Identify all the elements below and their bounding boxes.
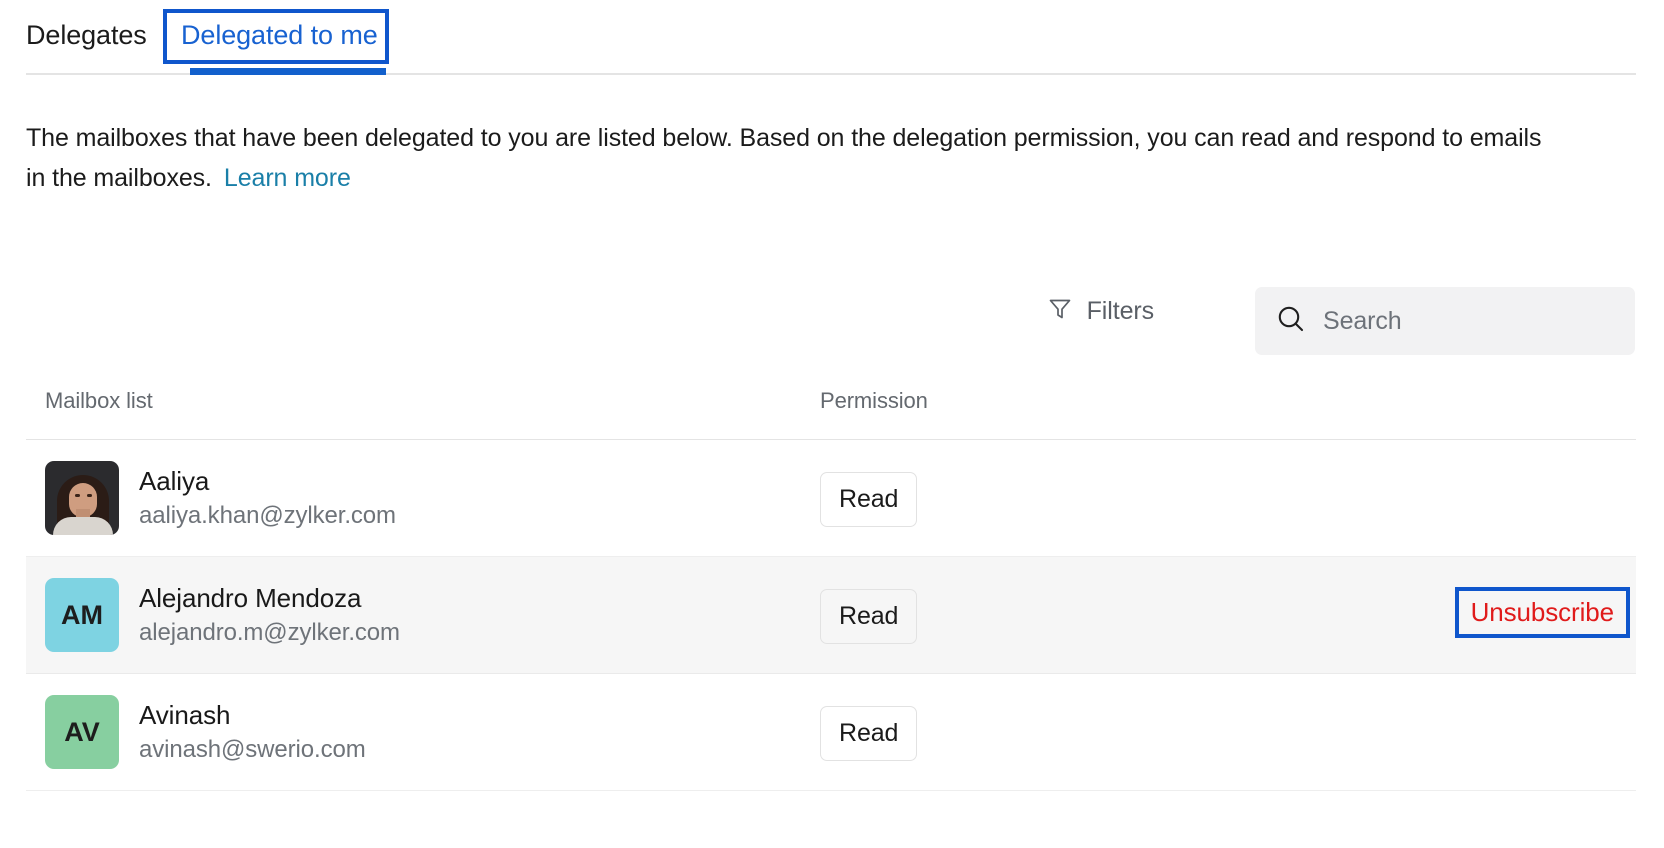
active-tab-indicator: [190, 68, 386, 75]
permission-button[interactable]: Read: [820, 706, 917, 761]
mailbox-name: Alejandro Mendoza: [139, 582, 400, 614]
tab-delegated-to-me[interactable]: Delegated to me: [181, 16, 378, 54]
table-row[interactable]: AM Alejandro Mendoza alejandro.m@zylker.…: [26, 557, 1636, 674]
page-description: The mailboxes that have been delegated t…: [26, 118, 1546, 198]
permission-button[interactable]: Read: [820, 472, 917, 527]
mailbox-identity: AM Alejandro Mendoza alejandro.m@zylker.…: [45, 578, 400, 652]
permission-cell: Read: [820, 706, 917, 761]
identity-text: Alejandro Mendoza alejandro.m@zylker.com: [139, 582, 400, 648]
identity-text: Aaliya aaliya.khan@zylker.com: [139, 465, 396, 531]
filters-label: Filters: [1087, 297, 1154, 326]
mailbox-table: Mailbox list Permission Aaliya aaliya.kh…: [26, 388, 1636, 791]
filters-button[interactable]: Filters: [1047, 296, 1154, 327]
permission-cell: Read: [820, 589, 917, 644]
table-row[interactable]: Aaliya aaliya.khan@zylker.com Read: [26, 440, 1636, 557]
table-header-row: Mailbox list Permission: [26, 388, 1636, 440]
unsubscribe-button[interactable]: Unsubscribe: [1461, 591, 1624, 634]
search-input[interactable]: [1323, 307, 1603, 336]
permission-button[interactable]: Read: [820, 589, 917, 644]
funnel-icon: [1047, 296, 1073, 327]
tab-bar: Delegates Delegated to me: [0, 0, 1664, 76]
column-header-permission: Permission: [820, 388, 928, 414]
unsubscribe-wrapper: Unsubscribe: [1461, 591, 1624, 634]
row-action-cell: Unsubscribe: [1461, 591, 1624, 634]
tab-delegates[interactable]: Delegates: [26, 16, 147, 54]
list-toolbar: Filters: [0, 278, 1664, 368]
avatar: AM: [45, 578, 119, 652]
search-icon: [1275, 303, 1307, 340]
mailbox-email: aaliya.khan@zylker.com: [139, 501, 396, 531]
mailbox-email: avinash@swerio.com: [139, 735, 366, 765]
identity-text: Avinash avinash@swerio.com: [139, 699, 366, 765]
mailbox-name: Aaliya: [139, 465, 396, 497]
table-row[interactable]: AV Avinash avinash@swerio.com Read: [26, 674, 1636, 791]
mailbox-email: alejandro.m@zylker.com: [139, 618, 400, 648]
avatar: AV: [45, 695, 119, 769]
column-header-mailbox-list: Mailbox list: [45, 388, 153, 414]
avatar-initials: AV: [64, 717, 100, 748]
avatar-initials: AM: [61, 600, 103, 631]
avatar: [45, 461, 119, 535]
mailbox-identity: AV Avinash avinash@swerio.com: [45, 695, 366, 769]
delegation-settings-page: Delegates Delegated to me The mailboxes …: [0, 0, 1664, 848]
mailbox-identity: Aaliya aaliya.khan@zylker.com: [45, 461, 396, 535]
learn-more-link[interactable]: Learn more: [224, 164, 351, 192]
search-box[interactable]: [1255, 287, 1635, 355]
mailbox-name: Avinash: [139, 699, 366, 731]
permission-cell: Read: [820, 472, 917, 527]
